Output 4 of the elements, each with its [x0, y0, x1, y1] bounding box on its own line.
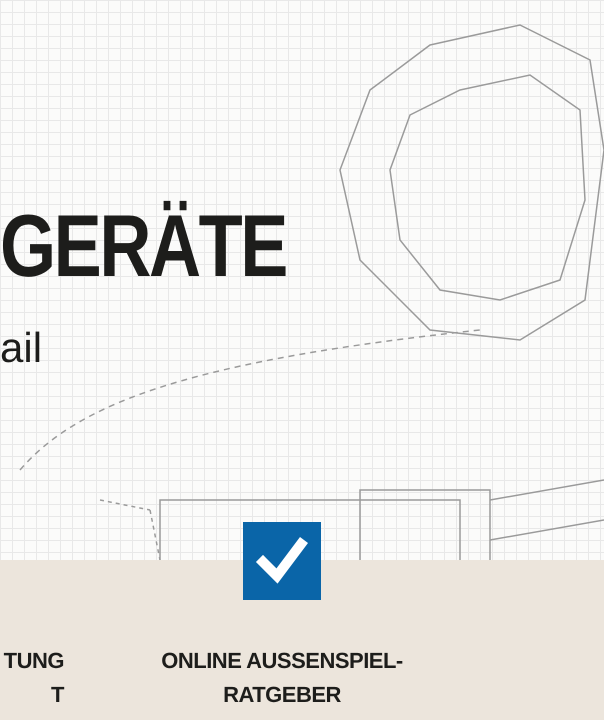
feature-label: ONLINE AUSSENSPIEL- RATGEBER [161, 647, 403, 709]
feature-label: TUNG T [4, 647, 64, 709]
hero-subtitle: ail [0, 324, 44, 372]
hero-title: GERÄTE [0, 196, 286, 296]
